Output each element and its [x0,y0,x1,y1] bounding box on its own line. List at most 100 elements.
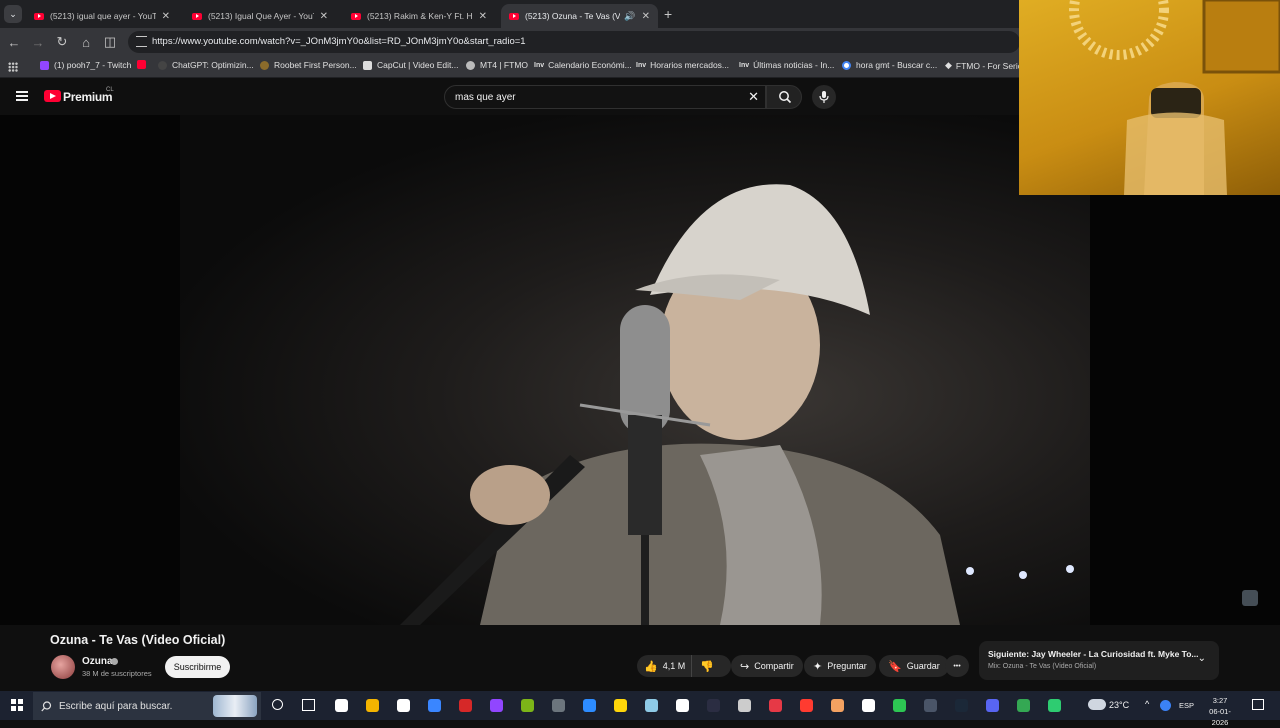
speaker-icon[interactable]: 🔊 [624,11,635,22]
taskbar-app-icon[interactable] [893,699,906,712]
bookmark-item[interactable]: CapCut | Video Edit... [363,60,458,70]
notification-icon[interactable] [1252,699,1264,710]
video-frame[interactable] [180,115,1090,625]
up-next-card[interactable]: Siguiente: Jay Wheeler - La Curiosidad f… [979,641,1219,680]
search-button[interactable] [766,85,802,109]
taskbar-app-icon[interactable] [490,699,503,712]
taskbar-app-icon[interactable] [1048,699,1061,712]
close-icon[interactable]: ✕ [642,11,650,22]
close-icon[interactable]: ✕ [162,11,170,22]
forward-icon[interactable]: → [29,33,47,51]
bookmark-label: (1) pooh7_7 - Twitch [54,60,132,70]
bookmark-label: ChatGPT: Optimizin... [172,60,254,70]
bookmark-item[interactable]: (1) pooh7_7 - Twitch [40,60,131,70]
close-icon[interactable]: ✕ [479,11,487,22]
subscriber-count: 38 M de suscriptores [82,669,152,678]
overlay-icon[interactable] [1242,590,1258,606]
video-content-image [400,184,1074,625]
browser-tab[interactable]: (5213) igual que ayer - YouTube ✕ [26,4,178,28]
taskbar-app-icon[interactable] [459,699,472,712]
bookmark-item[interactable]: hora gmt - Buscar c... [842,60,937,70]
openai-icon [158,60,167,70]
weather-icon[interactable] [1088,699,1106,710]
country-code: CL [106,87,114,93]
taskbar-app-icon[interactable] [986,699,999,712]
bookmark-item[interactable]: ◆ FTMO - For Serio [945,60,1023,71]
youtube-favicon-icon [351,12,361,20]
browser-tab-active[interactable]: (5213) Ozuna - Te Vas (Video 🔊 ✕ [501,4,658,28]
bookmark-item[interactable] [137,60,151,69]
taskbar-app-icon[interactable] [645,699,658,712]
weather-temperature[interactable]: 23°C [1109,700,1129,710]
tab-search-button[interactable]: ⌄ [4,5,22,23]
reload-icon[interactable]: ↻ [53,33,71,51]
apps-grid-icon[interactable] [8,62,18,72]
youtube-logo-icon[interactable] [44,90,61,102]
taskbar-app-icon[interactable] [862,699,875,712]
close-icon[interactable]: ✕ [320,11,328,22]
thumbs-down-icon[interactable]: 👎 [692,660,722,673]
taskbar-app-icon[interactable] [583,699,596,712]
bookmark-item[interactable]: MT4 | FTMO [466,60,528,70]
chevron-up-icon[interactable]: ^ [1145,699,1149,709]
cortana-icon[interactable] [272,699,283,710]
home-icon[interactable]: ⌂ [77,33,95,51]
menu-icon[interactable] [16,91,28,101]
network-icon[interactable] [1160,700,1171,711]
bookmark-item[interactable]: Inv Últimas noticias - In... [739,60,834,70]
taskbar-search-input[interactable]: Escribe aquí para buscar. [33,692,261,720]
taskbar-app-icon[interactable] [428,699,441,712]
tab-title: (5213) Rakim & Ken-Y Ft. Hector [367,11,473,21]
taskbar-app-icon[interactable] [924,699,937,712]
browser-tab[interactable]: (5213) Igual Que Ayer - YouTube ✕ [184,4,336,28]
new-tab-button[interactable]: + [664,6,672,22]
taskbar-app-icon[interactable] [831,699,844,712]
taskbar-app-icon[interactable] [366,699,379,712]
taskbar-app-icon[interactable] [800,699,813,712]
taskbar-app-icon[interactable] [335,699,348,712]
bookmark-item[interactable]: ChatGPT: Optimizin... [158,60,254,70]
taskbar-app-icon[interactable] [1017,699,1030,712]
taskbar-app-icon[interactable] [955,699,968,712]
share-button[interactable]: ↪ Compartir [731,655,803,677]
like-button[interactable]: 👍 4,1 M [637,655,693,677]
more-actions-button[interactable]: ••• [945,655,969,677]
capcut-icon [363,60,372,70]
taskbar-app-icon[interactable] [552,699,565,712]
browser-tab[interactable]: (5213) Rakim & Ken-Y Ft. Hector ✕ [343,4,495,28]
up-next-subtitle: Mix: Ozuna - Te Vas (Video Oficial) [988,663,1097,670]
taskbar-app-icon[interactable] [397,699,410,712]
side-panel-icon[interactable]: ◫ [101,33,119,51]
voice-search-button[interactable] [812,85,836,109]
site-info-icon[interactable] [136,36,147,47]
clock[interactable]: 3:27 06-01-2026 [1202,695,1238,728]
address-bar[interactable]: https://www.youtube.com/watch?v=_JOnM3jm… [128,31,1020,53]
channel-name[interactable]: Ozuna [82,656,113,667]
premium-logo-text[interactable]: Premium [63,90,113,104]
taskbar-app-icon[interactable] [521,699,534,712]
taskbar-app-icon[interactable] [738,699,751,712]
clock-time: 3:27 [1212,696,1228,705]
clear-search-icon[interactable]: ✕ [748,89,759,105]
taskbar-app-icon[interactable] [769,699,782,712]
microphone-icon [819,91,829,103]
bookmark-label: Calendario Económi... [548,60,632,70]
taskbar-app-icon[interactable] [676,699,689,712]
bookmark-item[interactable]: Inv Calendario Económi... [534,60,632,70]
bookmark-item[interactable]: Roobet First Person... [260,60,357,70]
ask-button[interactable]: ✦ Preguntar [804,655,876,677]
subscribe-button[interactable]: Suscribirme [165,656,230,678]
task-view-icon[interactable] [302,699,315,711]
chevron-down-icon[interactable]: ⌄ [1198,653,1206,664]
language-indicator[interactable]: ESP [1179,701,1194,710]
windows-start-icon[interactable] [11,699,23,711]
bookmark-item[interactable]: Inv Horarios mercados... [636,60,729,70]
thumbs-up-icon: 👍 [644,660,658,673]
taskbar-app-icon[interactable] [614,699,627,712]
save-button[interactable]: 🔖 Guardar [879,655,949,677]
bookmark-label: MT4 | FTMO [480,60,529,70]
taskbar-app-icon[interactable] [707,699,720,712]
channel-avatar[interactable] [51,655,75,679]
back-icon[interactable]: ← [5,33,23,51]
search-input[interactable]: mas que ayer ✕ [444,85,766,109]
